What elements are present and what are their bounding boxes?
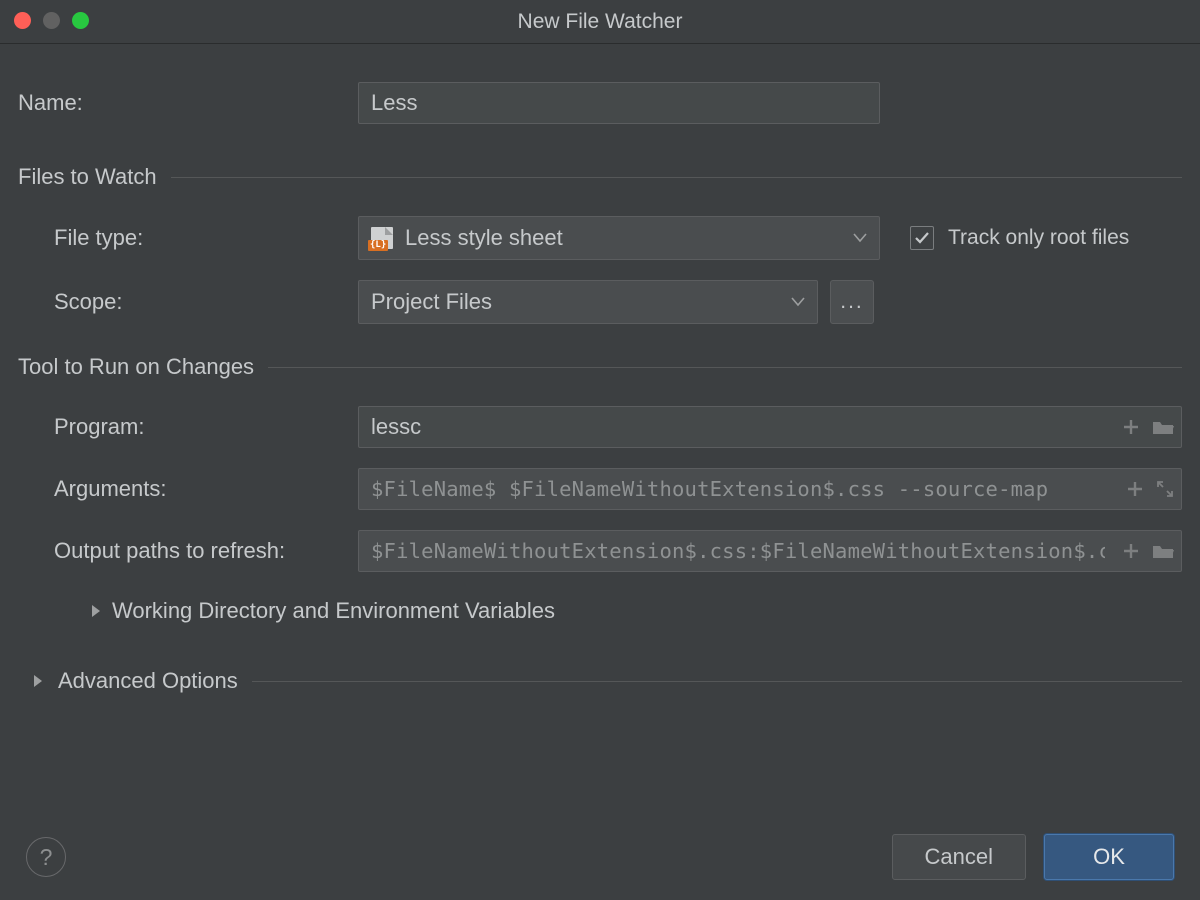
plus-icon[interactable] — [1126, 480, 1144, 498]
scope-browse-button[interactable]: ... — [830, 280, 874, 324]
chevron-right-icon — [32, 673, 44, 689]
advanced-options-toggle[interactable]: Advanced Options — [58, 668, 238, 694]
expand-icon[interactable] — [1156, 480, 1174, 498]
window-title: New File Watcher — [518, 10, 683, 34]
less-file-icon: {L} — [371, 227, 393, 249]
file-type-value: Less style sheet — [405, 225, 563, 251]
maximize-window-icon[interactable] — [72, 12, 89, 29]
scope-select[interactable]: Project Files — [358, 280, 818, 324]
dialog-content: Name: Files to Watch File type: {L} Less… — [0, 44, 1200, 694]
scope-value: Project Files — [371, 289, 492, 315]
section-tool: Tool to Run on Changes Program: — [18, 354, 1182, 624]
ellipsis-icon: ... — [840, 290, 864, 314]
dialog-footer: ? Cancel OK — [0, 814, 1200, 900]
help-button[interactable]: ? — [26, 837, 66, 877]
minimize-window-icon[interactable] — [43, 12, 60, 29]
plus-icon[interactable] — [1122, 542, 1140, 560]
output-paths-label: Output paths to refresh: — [18, 538, 358, 564]
working-dir-label: Working Directory and Environment Variab… — [112, 598, 555, 624]
chevron-down-icon — [791, 297, 805, 307]
name-label: Name: — [18, 90, 358, 116]
section-label: Tool to Run on Changes — [18, 354, 254, 380]
section-rule — [252, 681, 1182, 682]
cancel-button[interactable]: Cancel — [892, 834, 1026, 880]
name-input[interactable] — [358, 82, 880, 124]
section-rule — [268, 367, 1182, 368]
section-rule — [171, 177, 1182, 178]
scope-label: Scope: — [18, 289, 358, 315]
arguments-label: Arguments: — [18, 476, 358, 502]
file-type-label: File type: — [18, 225, 358, 251]
plus-icon[interactable] — [1122, 418, 1140, 436]
track-root-checkbox-row[interactable]: Track only root files — [910, 226, 1129, 250]
folder-open-icon[interactable] — [1152, 542, 1174, 560]
window-controls — [14, 12, 89, 29]
program-input[interactable] — [358, 406, 1182, 448]
chevron-right-icon — [90, 603, 102, 619]
ok-label: OK — [1093, 844, 1125, 870]
ok-button[interactable]: OK — [1044, 834, 1174, 880]
folder-open-icon[interactable] — [1152, 418, 1174, 436]
track-root-label: Track only root files — [948, 226, 1129, 250]
section-files-to-watch: Files to Watch — [18, 164, 1182, 190]
program-label: Program: — [18, 414, 358, 440]
cancel-label: Cancel — [925, 844, 993, 870]
help-icon: ? — [40, 844, 53, 871]
track-root-checkbox[interactable] — [910, 226, 934, 250]
arguments-input[interactable] — [358, 468, 1182, 510]
output-paths-input[interactable] — [358, 530, 1182, 572]
title-bar: New File Watcher — [0, 0, 1200, 44]
dialog-window: New File Watcher Name: Files to Watch Fi… — [0, 0, 1200, 900]
working-dir-toggle[interactable]: Working Directory and Environment Variab… — [54, 598, 1182, 624]
section-label: Files to Watch — [18, 164, 157, 190]
file-type-select[interactable]: {L} Less style sheet — [358, 216, 880, 260]
chevron-down-icon — [853, 233, 867, 243]
close-window-icon[interactable] — [14, 12, 31, 29]
